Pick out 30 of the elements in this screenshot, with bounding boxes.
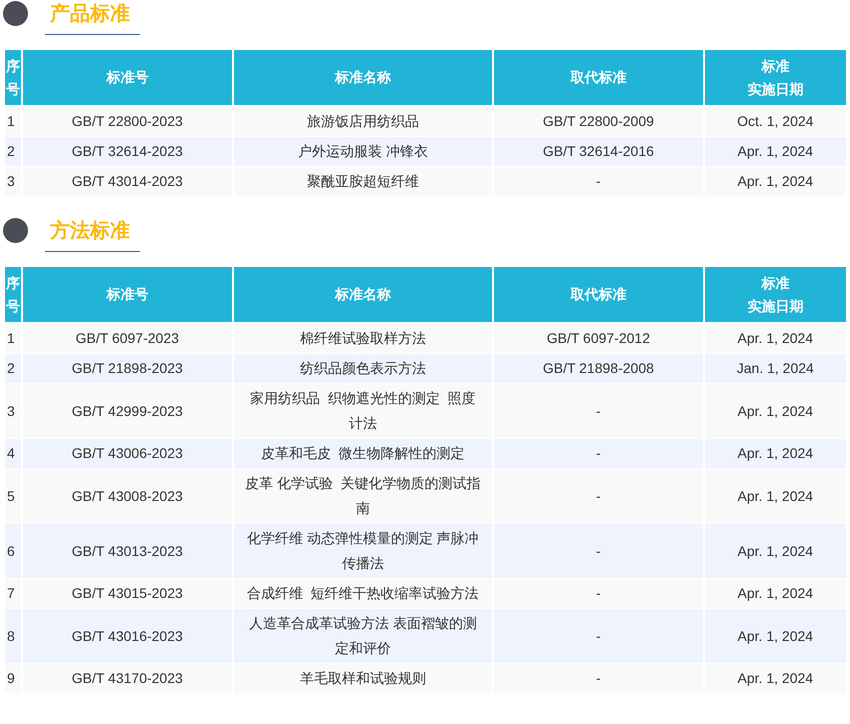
bullet-icon — [3, 218, 28, 243]
column-header: 标准 — [761, 56, 790, 76]
table-cell: - — [493, 664, 704, 694]
table-cell: 3 — [4, 384, 22, 438]
table-cell: 6 — [4, 524, 22, 578]
column-header: 取代标准 — [493, 266, 704, 323]
bullet-icon — [3, 1, 28, 26]
table-cell: GB/T 43170-2023 — [22, 664, 233, 694]
table-cell: Apr. 1, 2024 — [704, 166, 847, 196]
column-header: 标准名称 — [232, 49, 494, 106]
column-header: 标准 — [761, 274, 790, 292]
table-cell: GB/T 43014-2023 — [22, 166, 233, 196]
column-header: 序号 — [4, 49, 22, 106]
table-cell: - — [493, 166, 704, 196]
column-header: 标准号 — [22, 266, 233, 323]
table-cell: 3 — [4, 166, 22, 196]
table-cell: 羊毛取样和试验规则 — [232, 664, 494, 694]
section-title: 产品标准 — [48, 2, 131, 27]
column-header: 取代标准 — [493, 49, 704, 106]
table-cell: 8 — [4, 608, 22, 664]
column-header: 标准号 — [22, 49, 233, 106]
table-cell: 5 — [4, 468, 22, 524]
table-cell: Apr. 1, 2024 — [704, 664, 847, 694]
column-header: 实施日期 — [747, 80, 804, 98]
column-header: 标准名称 — [232, 266, 494, 323]
table-cell: 聚酰亚胺超短纤维 — [232, 166, 494, 196]
table-cell: 9 — [4, 664, 22, 694]
column-header: 序号 — [4, 266, 22, 323]
column-header: 实施日期 — [747, 296, 804, 316]
section-title: 方法标准 — [48, 218, 131, 244]
